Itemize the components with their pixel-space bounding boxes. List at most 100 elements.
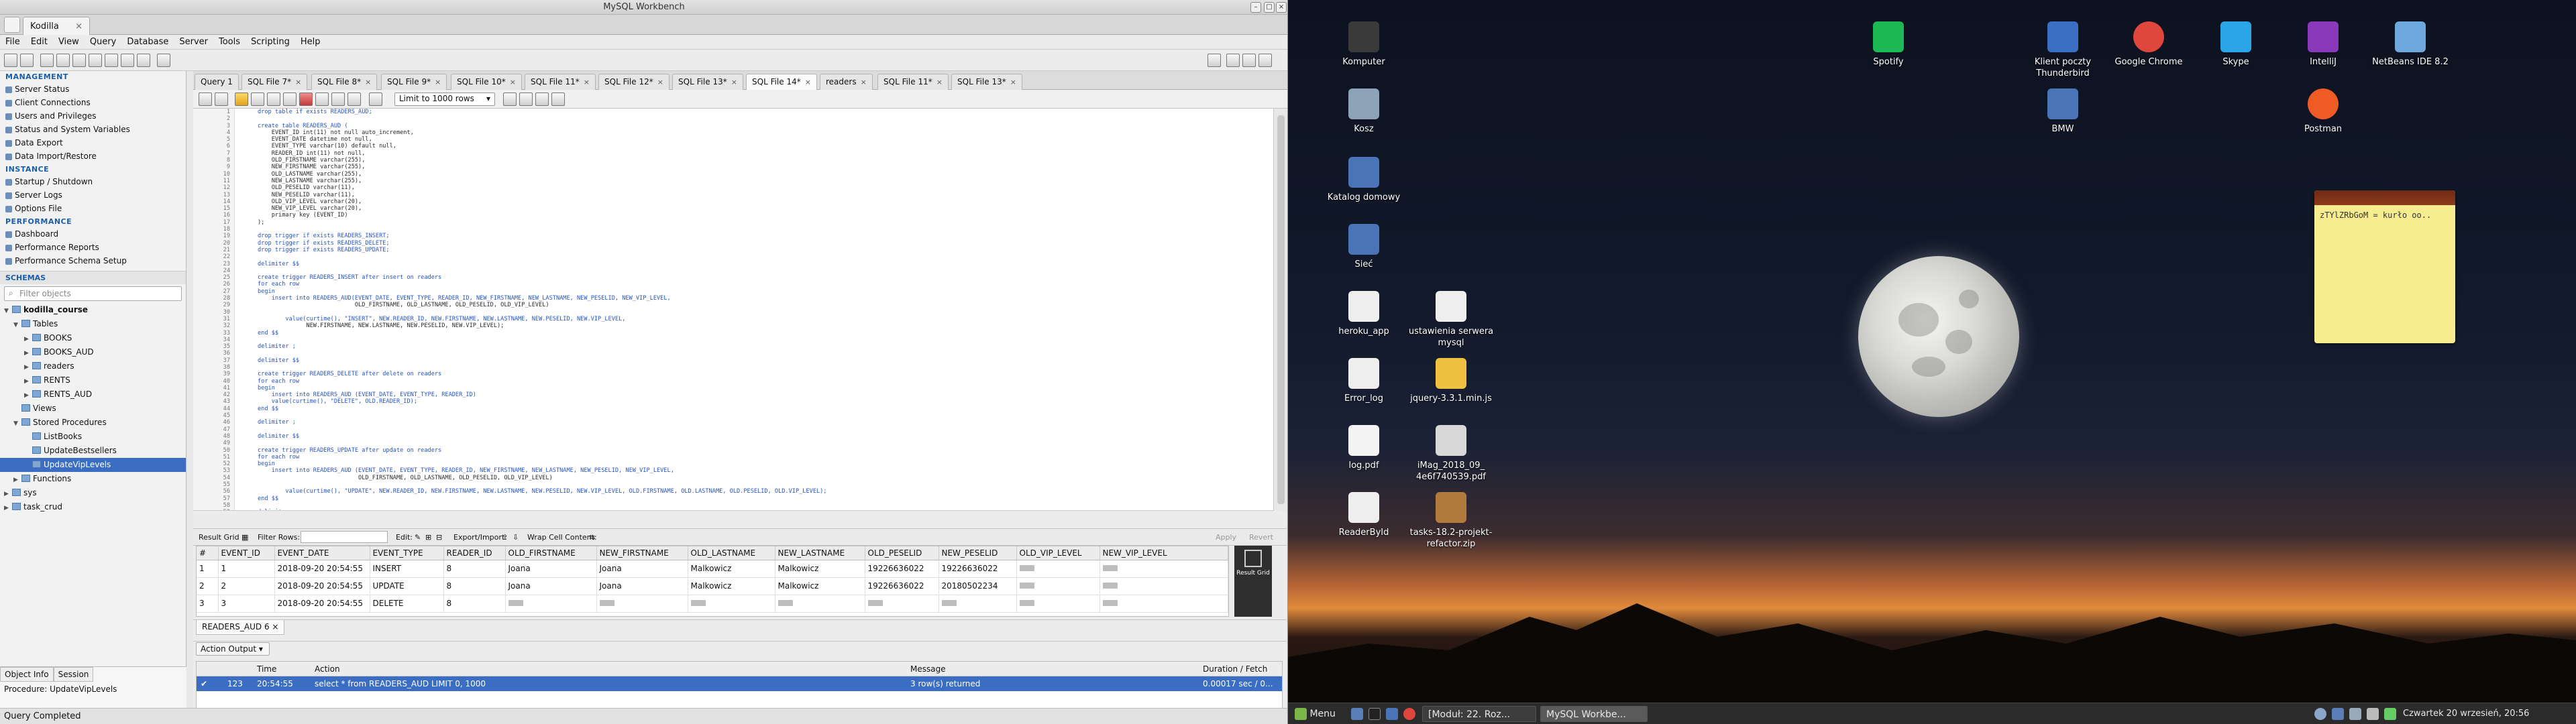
table-cell[interactable]: Malkowicz <box>775 560 865 578</box>
editor-scrollbar[interactable] <box>1273 109 1287 511</box>
code-line[interactable]: value(curtime(), "UPDATE", NEW.READER_ID… <box>258 488 1257 495</box>
execute-current-icon[interactable] <box>251 93 264 106</box>
desktop-icon-chrome[interactable]: Google Chrome <box>2105 21 2192 68</box>
code-line[interactable]: NEW_LASTNAME varchar(255), <box>258 178 1257 184</box>
taskbar-item-module[interactable]: [Moduł: 22. Roz... <box>1422 706 1536 722</box>
table-cell[interactable] <box>1016 595 1100 613</box>
table-cell[interactable]: 2 <box>197 577 219 595</box>
scrollbar-thumb[interactable] <box>1277 115 1285 504</box>
query-tab[interactable]: SQL File 7* × <box>241 74 308 90</box>
table-cell[interactable]: 2018-09-20 20:54:55 <box>274 577 370 595</box>
table-cell[interactable]: 8 <box>443 595 506 613</box>
close-icon[interactable]: × <box>861 78 867 86</box>
chevron-right-icon[interactable]: ▶ <box>24 389 31 403</box>
code-line[interactable]: insert into READERS_AUD (EVENT_DATE, EVE… <box>258 467 1257 474</box>
network-icon[interactable] <box>2349 706 2361 722</box>
bluetooth-icon[interactable] <box>2332 706 2344 722</box>
nav-users-privileges[interactable]: Users and Privileges <box>0 110 186 123</box>
limit-rows-select[interactable]: Limit to 1000 rows ▾ <box>394 93 495 106</box>
query-tab-active[interactable]: SQL File 14* × <box>746 74 817 90</box>
query-tab[interactable]: SQL File 8* × <box>311 74 378 90</box>
nav-options-file[interactable]: Options File <box>0 202 186 216</box>
code-line[interactable]: for each row <box>258 454 1257 461</box>
desktop-icon-netbeans[interactable]: NetBeans IDE 8.2 <box>2367 21 2454 68</box>
desktop-icon-skype[interactable]: Skype <box>2192 21 2279 68</box>
commit-icon[interactable] <box>315 93 329 106</box>
code-line[interactable] <box>258 426 1257 433</box>
table-cell[interactable] <box>688 595 775 613</box>
autocommit-icon[interactable] <box>347 93 361 106</box>
terminal-icon[interactable] <box>1368 706 1381 722</box>
tree-table-rents-aud[interactable]: ▶ RENTS_AUD <box>0 387 186 402</box>
close-icon[interactable]: × <box>731 78 737 86</box>
tree-table-books-aud[interactable]: ▶ BOOKS_AUD <box>0 345 186 359</box>
output-type-select[interactable]: Action Output ▾ <box>196 642 270 656</box>
desktop-icon-computer[interactable]: Komputer <box>1320 21 1407 68</box>
tree-schema-sys[interactable]: ▶ sys <box>0 486 186 500</box>
inspector-icon[interactable] <box>40 54 54 67</box>
create-procedure-icon[interactable] <box>105 54 118 67</box>
code-line[interactable]: OLD_FIRSTNAME, OLD_LASTNAME, OLD_PESELID… <box>258 302 1257 308</box>
code-line[interactable]: for each row <box>258 281 1257 288</box>
code-line[interactable]: READER_ID int(11) not null, <box>258 150 1257 157</box>
close-icon[interactable]: × <box>272 622 278 631</box>
table-cell[interactable]: 20180502234 <box>938 577 1017 595</box>
invisible-chars-icon[interactable] <box>535 93 549 106</box>
query-tab[interactable]: Query 1 <box>195 74 239 90</box>
close-icon[interactable]: × <box>805 78 811 86</box>
tree-proc-listbooks[interactable]: ListBooks <box>0 430 186 444</box>
desktop-icon-zip[interactable]: tasks-18.2-projekt-refactor.zip <box>1407 492 1495 550</box>
nav-data-export[interactable]: Data Export <box>0 137 186 150</box>
code-line[interactable]: begin <box>258 461 1257 467</box>
table-cell[interactable]: INSERT <box>370 560 444 578</box>
close-icon[interactable]: × <box>584 78 590 86</box>
chevron-down-icon[interactable]: ▼ <box>4 304 11 318</box>
close-icon[interactable]: × <box>295 78 301 86</box>
edit-row-icon[interactable]: ✎ <box>415 533 421 542</box>
table-cell[interactable]: 19226636022 <box>865 560 939 578</box>
code-line[interactable]: begin <box>258 288 1257 295</box>
sql-editor[interactable]: 1 2 3 4 5 6 7 8 9 10 11 12 13 14 15 16 17 18 19 20 21 22 23 24 2… <box>193 109 1273 511</box>
grid-icon[interactable]: ▦ <box>241 533 248 542</box>
close-icon[interactable]: × <box>936 78 943 86</box>
desktop-icon-readerbyid[interactable]: ReaderById <box>1320 492 1407 538</box>
browser-icon[interactable] <box>1403 706 1415 722</box>
chevron-down-icon[interactable]: ▼ <box>13 318 20 333</box>
toggle-secondary-sidebar-icon[interactable] <box>1258 54 1272 67</box>
tree-table-books[interactable]: ▶ BOOKS <box>0 331 186 345</box>
table-cell[interactable]: 2018-09-20 20:54:55 <box>274 595 370 613</box>
menu-button[interactable]: Menu <box>1295 706 1336 722</box>
table-cell[interactable] <box>775 595 865 613</box>
query-tab[interactable]: SQL File 13* × <box>951 74 1022 90</box>
output-grid[interactable]: Time Action Message Duration / Fetch ✔ 1… <box>196 661 1283 709</box>
code-line[interactable]: NEW_FIRSTNAME varchar(255), <box>258 164 1257 170</box>
table-cell[interactable]: 8 <box>443 577 506 595</box>
result-grid-label[interactable]: Result Grid <box>199 533 239 542</box>
connection-tab[interactable]: Kodilla × <box>23 17 90 35</box>
code-line[interactable]: drop trigger if exists READERS_INSERT; <box>258 233 1257 239</box>
desktop-icon-image-pdf[interactable]: iMag_2018_09_ 4e6f740539.pdf <box>1407 425 1495 483</box>
find-icon[interactable] <box>519 93 533 106</box>
rollback-icon[interactable] <box>331 93 345 106</box>
column-header[interactable]: EVENT_ID <box>218 546 275 560</box>
beautify-icon[interactable] <box>369 93 382 106</box>
explain-icon[interactable] <box>267 93 280 106</box>
code-line[interactable]: OLD_VIP_LEVEL varchar(20), <box>258 198 1257 205</box>
table-cell[interactable]: Joana <box>596 577 688 595</box>
code-line[interactable]: insert into READERS_AUD (EVENT_DATE, EVE… <box>258 391 1257 398</box>
chevron-right-icon[interactable]: ▶ <box>24 347 31 361</box>
table-cell[interactable] <box>596 595 688 613</box>
column-header[interactable]: EVENT_TYPE <box>370 546 444 560</box>
table-cell[interactable]: 3 <box>197 595 219 613</box>
chevron-down-icon[interactable]: ▼ <box>13 417 20 431</box>
code-line[interactable] <box>258 226 1257 233</box>
insert-row-icon[interactable]: ⊞ <box>425 533 431 542</box>
result-grid-side-button[interactable]: Result Grid <box>1234 546 1272 617</box>
clock[interactable]: Czwartek 20 wrzesień, 20:56 <box>2403 706 2529 722</box>
shield-icon[interactable] <box>2314 706 2326 722</box>
code-line[interactable]: create trigger READERS_INSERT after inse… <box>258 274 1257 281</box>
code-lines[interactable]: drop table if exists READERS_AUD; create … <box>258 109 1257 510</box>
menu-scripting[interactable]: Scripting <box>246 35 295 49</box>
chevron-right-icon[interactable]: ▶ <box>24 333 31 347</box>
table-cell[interactable]: Joana <box>596 560 688 578</box>
